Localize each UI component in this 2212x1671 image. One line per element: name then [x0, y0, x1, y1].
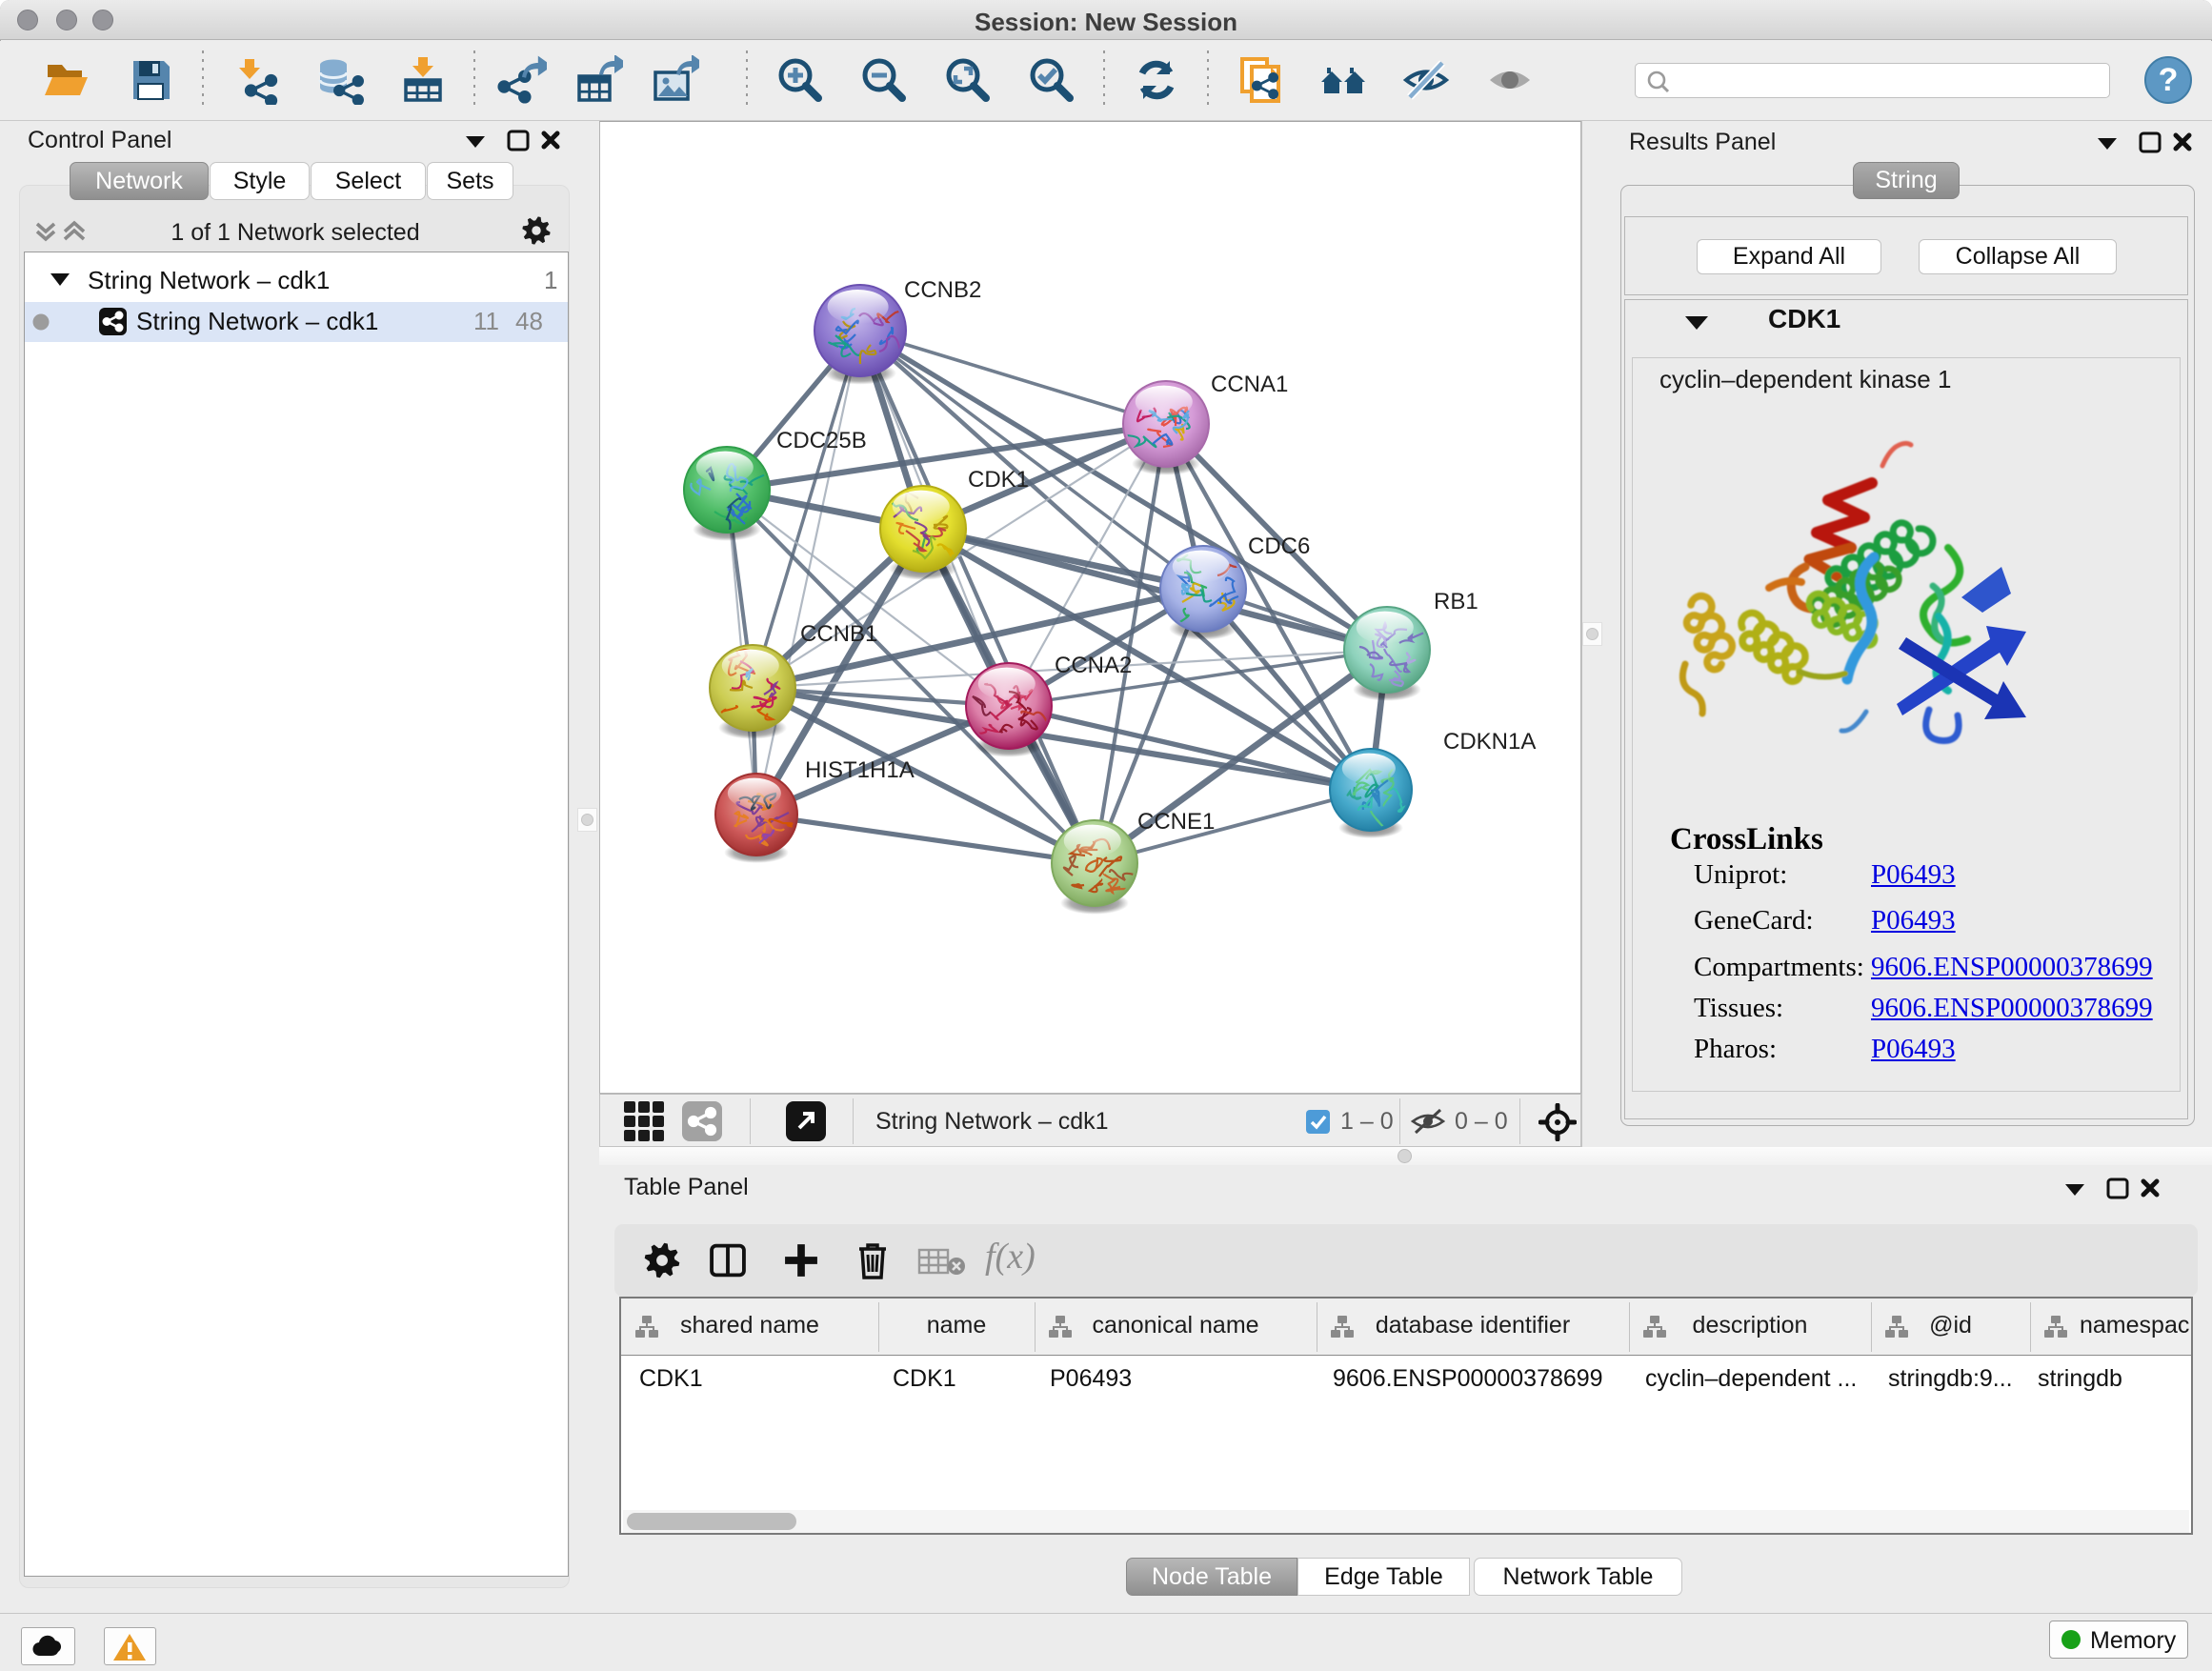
svg-text:CCNE1: CCNE1 [1137, 809, 1215, 835]
svg-text:CCNB1: CCNB1 [800, 621, 877, 647]
svg-text:HIST1H1A: HIST1H1A [805, 757, 915, 783]
svg-text:CDC6: CDC6 [1248, 534, 1310, 559]
svg-text:CCNA2: CCNA2 [1055, 653, 1132, 678]
svg-text:CCNA1: CCNA1 [1211, 372, 1288, 397]
svg-text:CCNB2: CCNB2 [904, 277, 981, 303]
svg-text:RB1: RB1 [1434, 589, 1478, 614]
svg-text:CDKN1A: CDKN1A [1443, 729, 1536, 755]
svg-text:CDK1: CDK1 [968, 467, 1029, 493]
svg-text:CDC25B: CDC25B [776, 428, 867, 453]
